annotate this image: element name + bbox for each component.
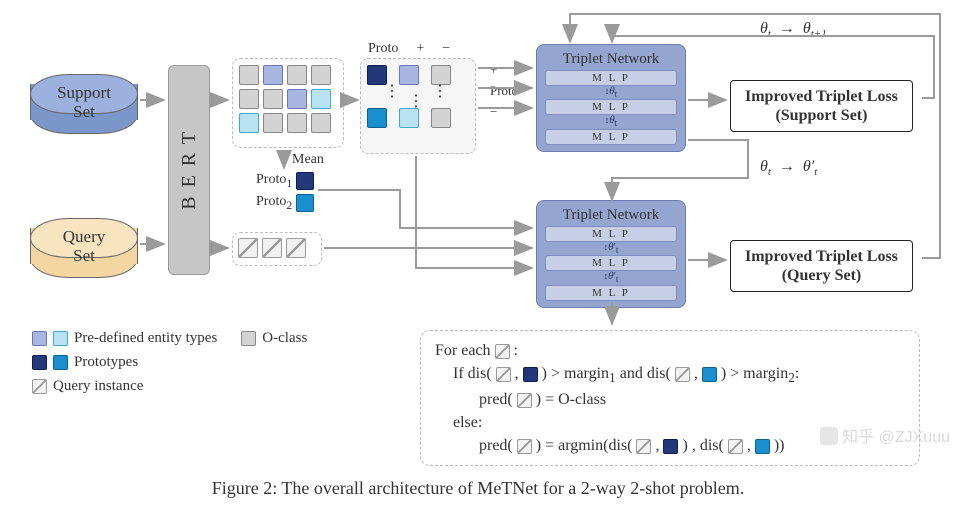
watermark: 知乎 @ZJXuuu	[820, 423, 950, 447]
legend: Pre-defined entity types O-class Prototy…	[32, 330, 307, 402]
loss-support: Improved Triplet Loss(Support Set)	[730, 80, 913, 132]
triplet-network-support-title: Triplet Network	[545, 51, 677, 68]
triplet-samples: ⋮ ⋮ ⋮	[360, 58, 476, 154]
mlp-box: M L P	[545, 70, 677, 86]
triplet-side-labels: + Proto −	[490, 60, 518, 122]
mlp-box: M L P	[545, 99, 677, 115]
query-set-label: QuerySet	[30, 228, 138, 265]
triplet-network-support: Triplet Network M L P ↕θt M L P ↕θt M L …	[536, 44, 686, 152]
formula-theta-update: θt → θt+1	[760, 20, 827, 40]
mlp-box: M L P	[545, 255, 677, 271]
proto2: Proto2	[256, 194, 314, 212]
diagram-canvas: SupportSet QuerySet B E R T Mean Proto1 …	[0, 0, 956, 507]
triplet-network-query-title: Triplet Network	[545, 207, 677, 224]
triplet-network-query: Triplet Network M L P ↕θ′t M L P ↕θ′t M …	[536, 200, 686, 308]
zhihu-logo-icon	[820, 427, 838, 445]
triplet-header: Proto+−	[368, 41, 450, 57]
query-set-cylinder: QuerySet	[30, 218, 138, 274]
support-token-grid	[232, 58, 344, 148]
pseudo-line2: If dis( , ) > margin1 and dis( , ) > mar…	[435, 362, 905, 388]
formula-theta-adapt: θt → θ′t	[760, 158, 817, 178]
mlp-box: M L P	[545, 226, 677, 242]
support-set-label: SupportSet	[30, 84, 138, 121]
mlp-box: M L P	[545, 129, 677, 145]
query-token-row	[232, 232, 322, 266]
loss-query: Improved Triplet Loss(Query Set)	[730, 240, 913, 292]
pseudo-line1: For each :	[435, 339, 905, 362]
legend-query: Query instance	[32, 378, 307, 395]
proto1: Proto1	[256, 172, 314, 190]
mean-label: Mean	[292, 152, 324, 168]
bert-encoder: B E R T	[168, 65, 210, 275]
support-set-cylinder: SupportSet	[30, 74, 138, 130]
mlp-box: M L P	[545, 285, 677, 301]
legend-prototypes: Prototypes	[32, 354, 307, 371]
pseudo-line3: pred( ) = O-class	[435, 388, 905, 411]
bert-label: B E R T	[178, 130, 201, 210]
figure-caption: Figure 2: The overall architecture of Me…	[0, 478, 956, 499]
legend-predefined: Pre-defined entity types O-class	[32, 330, 307, 347]
